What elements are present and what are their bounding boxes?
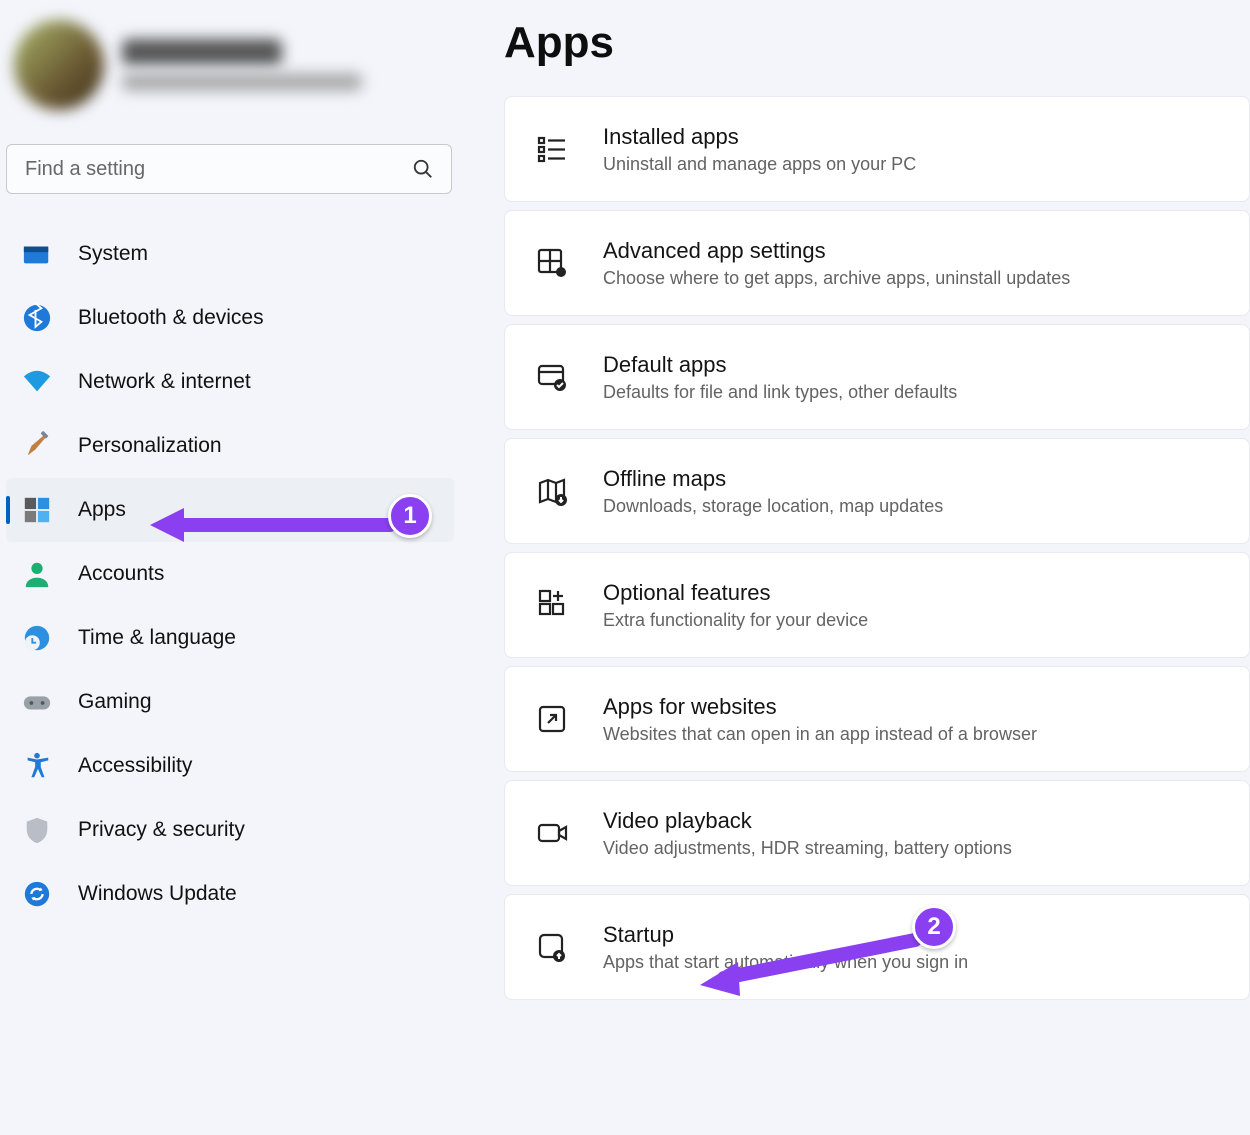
settings-card-list: Installed apps Uninstall and manage apps… bbox=[504, 96, 1250, 1000]
startup-icon bbox=[535, 930, 569, 964]
nav-label: Bluetooth & devices bbox=[78, 306, 264, 330]
shield-icon bbox=[22, 815, 52, 845]
nav-item-network[interactable]: Network & internet bbox=[6, 350, 454, 414]
nav-label: Time & language bbox=[78, 626, 236, 650]
card-desc: Video adjustments, HDR streaming, batter… bbox=[603, 838, 1012, 859]
wifi-icon bbox=[22, 367, 52, 397]
update-icon bbox=[22, 879, 52, 909]
nav-item-system[interactable]: System bbox=[6, 222, 454, 286]
card-title: Installed apps bbox=[603, 124, 916, 150]
card-apps-for-websites[interactable]: Apps for websites Websites that can open… bbox=[504, 666, 1250, 772]
nav-list: System Bluetooth & devices Network & int… bbox=[6, 222, 454, 926]
card-desc: Downloads, storage location, map updates bbox=[603, 496, 943, 517]
bluetooth-icon bbox=[22, 303, 52, 333]
nav-label: Network & internet bbox=[78, 370, 251, 394]
card-title: Offline maps bbox=[603, 466, 943, 492]
system-icon bbox=[22, 239, 52, 269]
nav-label: Privacy & security bbox=[78, 818, 245, 842]
sidebar: System Bluetooth & devices Network & int… bbox=[0, 0, 460, 1135]
nav-label: Apps bbox=[78, 498, 126, 522]
window-check-icon bbox=[535, 360, 569, 394]
nav-item-time-language[interactable]: Time & language bbox=[6, 606, 454, 670]
page-title: Apps bbox=[504, 18, 1250, 68]
nav-item-gaming[interactable]: Gaming bbox=[6, 670, 454, 734]
nav-item-bluetooth[interactable]: Bluetooth & devices bbox=[6, 286, 454, 350]
nav-label: System bbox=[78, 242, 148, 266]
annotation-badge-1: 1 bbox=[388, 494, 432, 538]
annotation-badge-2: 2 bbox=[912, 905, 956, 949]
globe-clock-icon bbox=[22, 623, 52, 653]
card-title: Default apps bbox=[603, 352, 957, 378]
card-desc: Defaults for file and link types, other … bbox=[603, 382, 957, 403]
annotation-arrow-1 bbox=[150, 502, 400, 553]
card-desc: Choose where to get apps, archive apps, … bbox=[603, 268, 1070, 289]
card-installed-apps[interactable]: Installed apps Uninstall and manage apps… bbox=[504, 96, 1250, 202]
grid-plus-icon bbox=[535, 588, 569, 622]
gamepad-icon bbox=[22, 687, 52, 717]
map-download-icon bbox=[535, 474, 569, 508]
accessibility-icon bbox=[22, 751, 52, 781]
user-name-redacted bbox=[122, 39, 362, 91]
nav-label: Accessibility bbox=[78, 754, 192, 778]
card-optional-features[interactable]: Optional features Extra functionality fo… bbox=[504, 552, 1250, 658]
video-icon bbox=[535, 816, 569, 850]
search-input[interactable] bbox=[6, 144, 452, 194]
annotation-arrow-2 bbox=[700, 930, 930, 995]
card-title: Optional features bbox=[603, 580, 868, 606]
open-external-icon bbox=[535, 702, 569, 736]
card-desc: Extra functionality for your device bbox=[603, 610, 868, 631]
card-video-playback[interactable]: Video playback Video adjustments, HDR st… bbox=[504, 780, 1250, 886]
nav-label: Gaming bbox=[78, 690, 152, 714]
list-icon bbox=[535, 132, 569, 166]
user-account-block[interactable] bbox=[6, 10, 454, 134]
card-advanced-app-settings[interactable]: Advanced app settings Choose where to ge… bbox=[504, 210, 1250, 316]
avatar bbox=[14, 20, 104, 110]
nav-item-personalization[interactable]: Personalization bbox=[6, 414, 454, 478]
card-desc: Websites that can open in an app instead… bbox=[603, 724, 1037, 745]
card-offline-maps[interactable]: Offline maps Downloads, storage location… bbox=[504, 438, 1250, 544]
grid-gear-icon bbox=[535, 246, 569, 280]
nav-label: Accounts bbox=[78, 562, 164, 586]
card-title: Apps for websites bbox=[603, 694, 1037, 720]
card-title: Video playback bbox=[603, 808, 1012, 834]
nav-item-accessibility[interactable]: Accessibility bbox=[6, 734, 454, 798]
nav-label: Windows Update bbox=[78, 882, 237, 906]
nav-item-privacy[interactable]: Privacy & security bbox=[6, 798, 454, 862]
nav-item-windows-update[interactable]: Windows Update bbox=[6, 862, 454, 926]
paintbrush-icon bbox=[22, 431, 52, 461]
person-icon bbox=[22, 559, 52, 589]
card-default-apps[interactable]: Default apps Defaults for file and link … bbox=[504, 324, 1250, 430]
card-title: Advanced app settings bbox=[603, 238, 1070, 264]
nav-label: Personalization bbox=[78, 434, 222, 458]
card-desc: Uninstall and manage apps on your PC bbox=[603, 154, 916, 175]
apps-icon bbox=[22, 495, 52, 525]
search-wrap bbox=[6, 144, 454, 194]
search-icon bbox=[412, 158, 434, 180]
